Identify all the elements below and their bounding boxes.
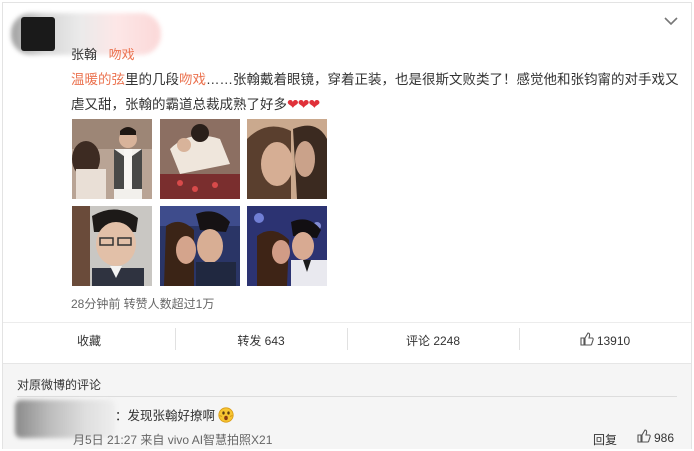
- post-meta: 28分钟前 转赞人数超过1万: [71, 297, 215, 311]
- author-row: 张翰 吻戏: [71, 44, 135, 63]
- post-text-part: 里的几段: [125, 72, 179, 87]
- heart-emoji-icon: ❤❤❤: [287, 96, 320, 112]
- avatar[interactable]: [21, 17, 55, 51]
- photo-thumbnail-3[interactable]: [247, 119, 327, 199]
- reply-button[interactable]: 回复: [593, 431, 617, 448]
- shocked-face-emoji-icon: [218, 407, 234, 426]
- author-tag[interactable]: 吻戏: [109, 47, 135, 62]
- comments-heading: 对原微博的评论: [17, 378, 102, 392]
- action-bar: 收藏 转发 643 评论 2248 13910: [3, 322, 691, 358]
- collect-button[interactable]: 收藏: [3, 332, 175, 349]
- chevron-down-icon[interactable]: [663, 13, 679, 29]
- comment-body: ：发现张翰好撩啊: [115, 409, 216, 423]
- thumbs-up-icon: [580, 332, 594, 349]
- repost-button[interactable]: 转发 643: [175, 328, 347, 350]
- photo-thumbnail-1[interactable]: [72, 119, 152, 199]
- thumbs-up-icon: [637, 429, 651, 446]
- photo-thumbnail-2[interactable]: [160, 119, 240, 199]
- author-name[interactable]: 张翰: [71, 47, 97, 62]
- photo-thumbnail-4[interactable]: [72, 206, 152, 286]
- like-button[interactable]: 13910: [519, 328, 691, 350]
- drama-title-link[interactable]: 温暖的弦: [71, 72, 125, 87]
- weibo-post-card: 张翰 吻戏 温暖的弦里的几段吻戏……张翰戴着眼镜，穿着正装，也是很斯文败类了！感…: [2, 2, 692, 449]
- keyword-link[interactable]: 吻戏: [179, 72, 206, 87]
- comment-like-button[interactable]: 986: [637, 429, 674, 446]
- post-text: 温暖的弦里的几段吻戏……张翰戴着眼镜，穿着正装，也是很斯文败类了！感觉他和张钧甯…: [71, 67, 683, 117]
- comment-text: ：发现张翰好撩啊: [115, 405, 234, 426]
- comments-panel: 对原微博的评论 ：发现张翰好撩啊 月5日 21:27 来自 vivo AI智慧拍…: [3, 363, 691, 449]
- comment-like-count: 986: [654, 430, 675, 445]
- photo-thumbnail-6[interactable]: [247, 206, 327, 286]
- comment-meta: 月5日 21:27 来自 vivo AI智慧拍照X21: [73, 433, 273, 447]
- divider: [17, 396, 677, 397]
- like-count: 13910: [596, 333, 631, 348]
- photo-thumbnail-5[interactable]: [160, 206, 240, 286]
- comment-button[interactable]: 评论 2248: [347, 328, 519, 350]
